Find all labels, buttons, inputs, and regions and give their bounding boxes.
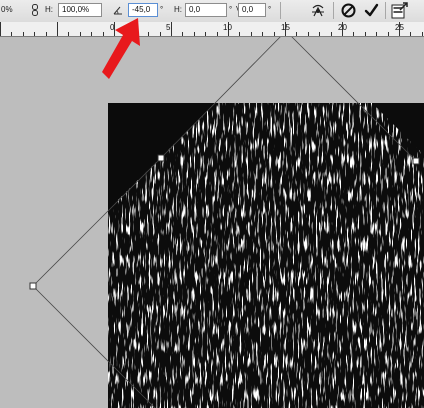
annotation-arrow-icon: [102, 18, 140, 79]
